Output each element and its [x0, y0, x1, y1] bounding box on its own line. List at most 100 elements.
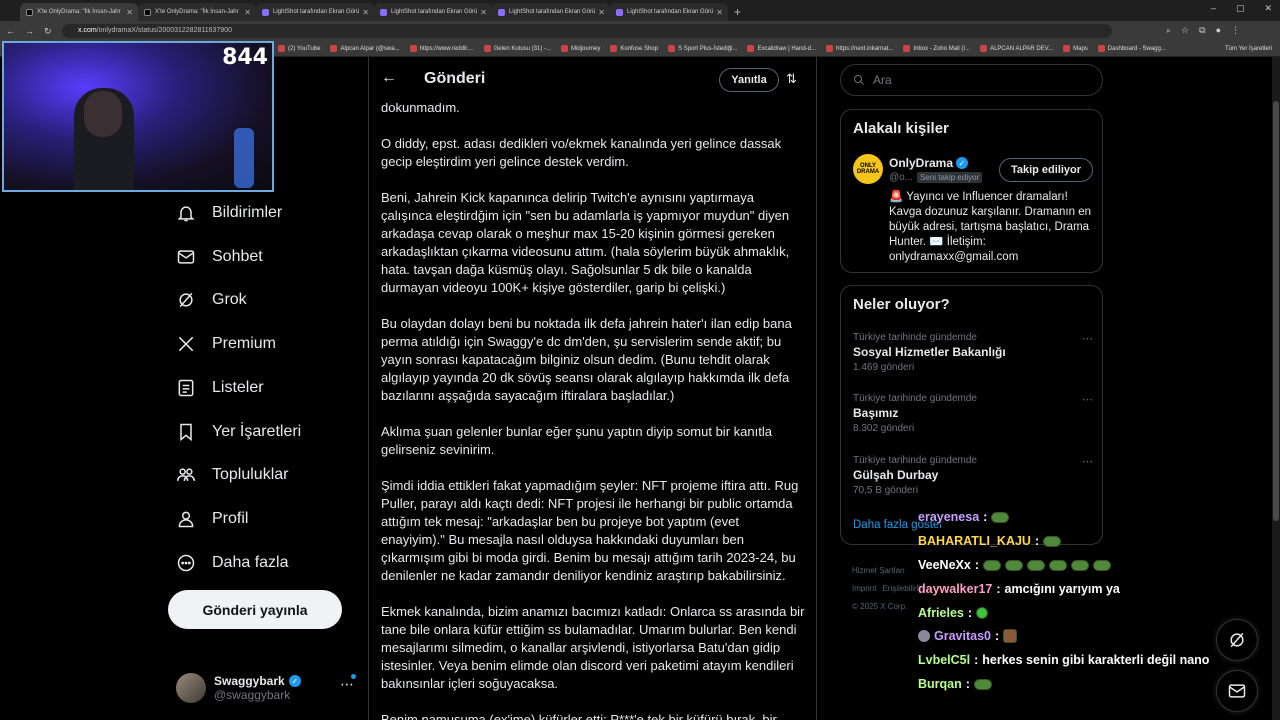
- bookmark-item[interactable]: Excalidraw | Hand-d...: [747, 45, 816, 52]
- bookmark-item[interactable]: Midjourney: [561, 45, 600, 52]
- close-tab-icon[interactable]: ✕: [716, 8, 723, 17]
- profile-icon: [178, 511, 194, 528]
- browser-tab[interactable]: LightShot tarafından Ekran Görü ✕: [256, 3, 374, 21]
- profile-icon[interactable]: ●: [1216, 25, 1221, 36]
- bookmark-label: https://www.reddit....: [419, 45, 474, 52]
- browser-tab[interactable]: LightShot tarafından Ekran Görü ✕: [610, 3, 728, 21]
- back-nav-icon[interactable]: ←: [6, 26, 15, 36]
- search-input[interactable]: [873, 73, 1073, 87]
- nav-label: Listeler: [212, 379, 264, 396]
- more-dots-icon[interactable]: ⋯: [1082, 332, 1093, 345]
- extensions-icon[interactable]: ⧉: [1199, 25, 1205, 36]
- maximize-icon[interactable]: ▢: [1236, 3, 1245, 14]
- footer-link[interactable]: Hizmet Şartları: [852, 566, 905, 575]
- window-controls[interactable]: – ▢ ✕: [1211, 3, 1272, 14]
- post-button[interactable]: Gönderi yayınla: [168, 590, 342, 629]
- bookmark-favicon-icon: [747, 45, 755, 52]
- grok-fab[interactable]: [1216, 619, 1258, 661]
- webcam-overlay: 844: [2, 41, 274, 192]
- more-dots-icon[interactable]: ⋯: [1082, 393, 1093, 406]
- bookmark-item[interactable]: ALPCAN ALPAR DEV...: [980, 45, 1053, 52]
- chat-username: BAHARATLI_KAJU: [918, 534, 1031, 548]
- nav-chat[interactable]: Sohbet: [176, 242, 263, 272]
- bookmark-item[interactable]: https://next.inkarnat...: [826, 45, 893, 52]
- reply-button[interactable]: Yanıtla: [719, 68, 779, 92]
- chat-message: BAHARATLI_KAJU:: [918, 534, 1062, 548]
- nav-label: Bildirimler: [212, 204, 283, 221]
- close-window-icon[interactable]: ✕: [1264, 3, 1272, 14]
- zoom-icon[interactable]: ⌕: [1166, 25, 1171, 36]
- nav-grok[interactable]: Grok: [176, 285, 247, 315]
- bookmark-item[interactable]: (2) YouTube: [278, 45, 320, 52]
- post-header: ← Gönderi Yanıtla ⇅: [369, 57, 816, 103]
- bookmark-item[interactable]: Alpcan Alpar (@swa...: [330, 45, 400, 52]
- bookmark-item[interactable]: Inbox - Zoho Mail (I...: [903, 45, 970, 52]
- related-name-row[interactable]: OnlyDrama ✓: [889, 156, 969, 170]
- nav-more[interactable]: Daha fazla: [176, 548, 289, 578]
- emote-frog-icon: [1049, 559, 1067, 571]
- bookmark-favicon-icon: [1063, 45, 1071, 52]
- bookmark-item[interactable]: Maps: [1063, 45, 1088, 52]
- nav-communities[interactable]: Topluluklar: [176, 460, 288, 490]
- nav-lists[interactable]: Listeler: [176, 373, 264, 403]
- emote-frog-icon: [1093, 559, 1111, 571]
- close-tab-icon[interactable]: ✕: [598, 8, 605, 17]
- nav-profile[interactable]: Profil: [176, 504, 248, 534]
- bookmark-item[interactable]: Dashboard - Swagg...: [1097, 45, 1166, 52]
- messages-fab[interactable]: [1216, 670, 1258, 712]
- lightshot-icon: [498, 8, 505, 16]
- trend-count: 1.469 gönderi: [853, 362, 915, 373]
- related-avatar[interactable]: ONLY DRAMA: [853, 154, 883, 184]
- browser-tab[interactable]: X'te OnlyDrama: "İlk İnsan-Jahr ✕: [138, 3, 256, 21]
- chat-separator: :: [996, 582, 1001, 596]
- trend-item[interactable]: Türkiye tarihinde gündemde Gülşah Durbay…: [853, 455, 1093, 496]
- browser-tab[interactable]: X'te OnlyDrama: "İlk İnsan-Jahr ✕: [20, 3, 138, 21]
- back-arrow-icon[interactable]: ←: [381, 69, 397, 87]
- chat-message: erayenesa:: [918, 510, 1010, 524]
- account-switcher[interactable]: Swaggybark ✓ @swaggybark ⋯: [176, 670, 356, 706]
- nav-bookmarks[interactable]: Yer İşaretleri: [176, 417, 301, 447]
- chat-separator: :: [994, 629, 1000, 643]
- post-column: dokunmadım. O diddy, epst. adası dedikle…: [368, 57, 817, 720]
- close-tab-icon[interactable]: ✕: [480, 8, 487, 17]
- footer-link[interactable]: Imprint: [852, 584, 876, 593]
- scrollbar-thumb[interactable]: [1273, 101, 1279, 521]
- following-button[interactable]: Takip ediliyor: [999, 158, 1093, 182]
- more-dots-icon[interactable]: ⋯: [340, 676, 354, 693]
- scrollbar[interactable]: [1272, 57, 1280, 720]
- trend-topic: Başımız: [853, 406, 899, 420]
- url-bar[interactable]: x.com/onlydramaX/status/2000312282811637…: [62, 24, 1112, 38]
- trend-item[interactable]: Türkiye tarihinde gündemde Başımız 8.302…: [853, 393, 1093, 434]
- search-box[interactable]: [840, 64, 1103, 96]
- close-tab-icon[interactable]: ✕: [244, 8, 251, 17]
- bookmark-item[interactable]: https://www.reddit....: [409, 45, 474, 52]
- sliders-icon[interactable]: ⇅: [786, 71, 797, 87]
- browser-tab[interactable]: LightShot tarafından Ekran Görü ✕: [374, 3, 492, 21]
- chat-separator: :: [967, 606, 973, 620]
- post-paragraph: Benim namusuma (ex'ime) küfürler etti: P…: [381, 712, 777, 720]
- all-bookmarks[interactable]: Tüm Yer İşaretleri: [1225, 46, 1272, 52]
- reload-icon[interactable]: ↻: [44, 26, 52, 37]
- emote-cup-icon: [1003, 629, 1018, 643]
- chat-separator: :: [983, 510, 988, 524]
- close-tab-icon[interactable]: ✕: [126, 8, 133, 17]
- nav-notifications[interactable]: Bildirimler: [176, 198, 282, 228]
- browser-tab[interactable]: LightShot tarafından Ekran Görü ✕: [492, 3, 610, 21]
- bookmark-item[interactable]: Gelen Kutusu (31) -...: [483, 45, 551, 52]
- bookmark-item[interactable]: S Sport Plus-İstediği...: [668, 45, 737, 52]
- trend-item[interactable]: Türkiye tarihinde gündemde Sosyal Hizmet…: [853, 332, 1093, 373]
- nav-premium[interactable]: Premium: [176, 329, 276, 359]
- bookmark-item[interactable]: Konfuse Shop: [610, 45, 658, 52]
- close-tab-icon[interactable]: ✕: [362, 8, 369, 17]
- chat-message: LvbelC5l: herkes senin gibi karakterli de…: [918, 653, 1209, 667]
- more-dots-icon[interactable]: ⋯: [1082, 455, 1093, 468]
- new-tab-icon[interactable]: +: [734, 3, 741, 21]
- star-icon[interactable]: ☆: [1181, 25, 1189, 36]
- minimize-icon[interactable]: –: [1211, 3, 1216, 14]
- forward-nav-icon[interactable]: →: [25, 26, 34, 36]
- chat-username: Gravitas0: [934, 629, 991, 643]
- related-handle: @o...: [889, 172, 914, 183]
- menu-icon[interactable]: ⋮: [1231, 25, 1240, 36]
- chat-text: amcığını yarıyım ya: [1004, 582, 1120, 596]
- trend-context: Türkiye tarihinde gündemde: [853, 455, 977, 466]
